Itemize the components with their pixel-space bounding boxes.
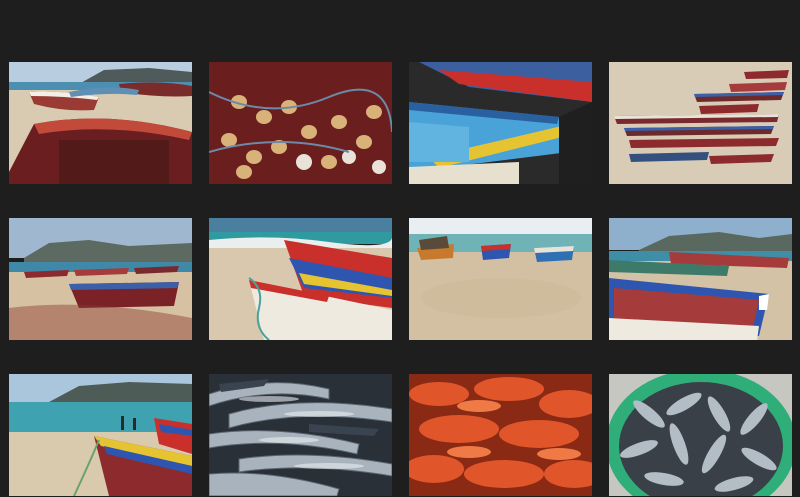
thumbnail-fishing-nets-and-floats[interactable] bbox=[209, 62, 392, 184]
thumbnail-silver-fish-pile[interactable] bbox=[209, 374, 392, 496]
thumbnail-fish-in-green-basin[interactable] bbox=[609, 374, 792, 496]
thumbnail-colorful-boat-hulls-closeup[interactable] bbox=[409, 62, 592, 184]
photo-fish-basin bbox=[609, 374, 792, 496]
thumbnail-rows-of-boats-on-sand[interactable] bbox=[609, 62, 792, 184]
photo-boat-prows bbox=[209, 218, 392, 340]
photo-nets-floats bbox=[209, 62, 392, 184]
thumbnail-red-fish-pile[interactable] bbox=[409, 374, 592, 496]
thumbnail-boats-on-beach-with-nets[interactable] bbox=[9, 62, 192, 184]
photo-boat-hulls bbox=[409, 62, 592, 184]
photo-three-boats bbox=[409, 218, 592, 340]
photo-beach-people bbox=[9, 374, 192, 496]
photo-blue-boat bbox=[609, 218, 792, 340]
photo-red-fish bbox=[409, 374, 592, 496]
photo-silver-fish bbox=[209, 374, 392, 496]
thumbnail-boat-prows-by-sea[interactable] bbox=[209, 218, 392, 340]
photo-boats-beach bbox=[9, 62, 192, 184]
thumbnail-boats-on-beach-with-mountain[interactable] bbox=[9, 218, 192, 340]
photo-boats-mountain bbox=[9, 218, 192, 340]
thumbnail-blue-boat-with-mountain[interactable] bbox=[609, 218, 792, 340]
thumbnail-beach-people-and-boat[interactable] bbox=[9, 374, 192, 496]
thumbnail-three-boats-on-shore[interactable] bbox=[409, 218, 592, 340]
photo-boat-rows bbox=[609, 62, 792, 184]
photo-gallery bbox=[0, 0, 800, 497]
